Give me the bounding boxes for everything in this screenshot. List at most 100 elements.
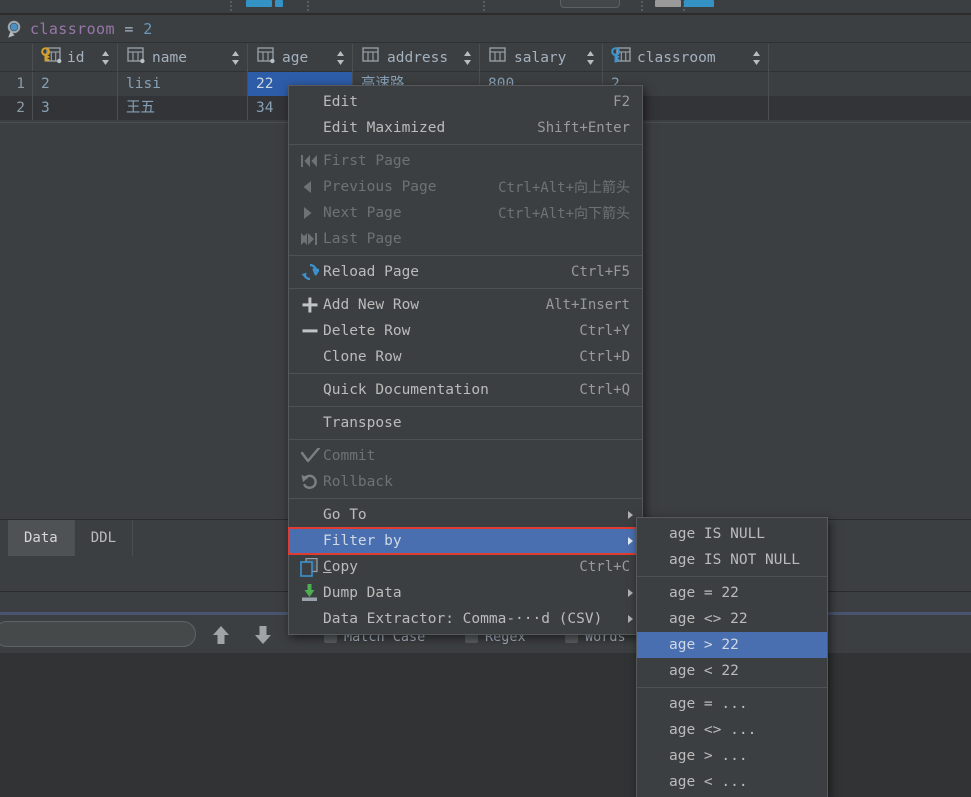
menu-item-label: Next Page [323,205,498,221]
menu-separator [289,498,642,499]
menu-item-first-page: First Page [289,148,642,174]
submenu-arrow-icon [628,615,633,623]
first-page-icon [299,148,323,174]
toolbar-pill-button[interactable] [560,0,620,8]
menu-item-dump-data[interactable]: Dump Data [289,580,642,606]
menu-icon-placeholder [299,528,323,554]
menu-item-rollback: Rollback [289,469,642,495]
filter-value: 2 [143,20,152,38]
menu-item-clone-row[interactable]: Clone Row Ctrl+D [289,344,642,370]
cell-name[interactable]: 王五 [118,96,248,120]
submenu-arrow-icon [628,537,633,545]
menu-separator [289,255,642,256]
next-occurrence-icon[interactable] [252,624,274,646]
menu-item-add-new-row[interactable]: Add New Row Alt+Insert [289,292,642,318]
column-header-label: age [282,50,308,66]
submenu-item-age-gt-custom[interactable]: age > ... [637,743,827,769]
menu-item-label: Edit Maximized [323,120,537,136]
submenu-item-age-eq-22[interactable]: age = 22 [637,580,827,606]
menu-item-label: Transpose [323,415,630,431]
filter-expression[interactable]: classroom = 2 [30,20,153,38]
menu-item-label: First Page [323,153,630,169]
menu-separator [289,439,642,440]
menu-item-label: Quick Documentation [323,382,579,398]
table-column-icon [488,47,509,69]
column-header-label: classroom [637,50,716,66]
submenu-item-age-ne-custom[interactable]: age <> ... [637,717,827,743]
column-header-id[interactable]: id [33,44,118,72]
sort-toggle-icon[interactable] [101,51,110,65]
cell-name[interactable]: lisi [118,72,248,96]
table-column-icon [126,47,147,69]
menu-item-next-page: Next Page Ctrl+Alt+向下箭头 [289,200,642,226]
submenu-item-age-eq-custom[interactable]: age = ... [637,691,827,717]
toolbar-separator [230,1,232,12]
submenu-item-age-lt-22[interactable]: age < 22 [637,658,827,684]
grid-context-menu: Edit F2 Edit Maximized Shift+Enter First… [288,85,643,635]
menu-item-quick-documentation[interactable]: Quick Documentation Ctrl+Q [289,377,642,403]
column-header-salary[interactable]: salary [480,44,603,72]
menu-item-previous-page: Previous Page Ctrl+Alt+向上箭头 [289,174,642,200]
column-header-name[interactable]: name [118,44,248,72]
submenu-item-age-lt-custom[interactable]: age < ... [637,769,827,795]
menu-item-label: Previous Page [323,179,498,195]
menu-icon-placeholder [299,502,323,528]
menu-item-label-rest: opy [332,559,358,575]
sort-toggle-icon[interactable] [336,51,345,65]
submenu-separator [637,576,827,577]
dump-data-icon [299,580,323,606]
tab-data[interactable]: Data [8,520,75,556]
menu-item-filter-by[interactable]: Filter by [289,528,642,554]
row-number: 2 [0,96,33,120]
column-header-label: salary [514,50,566,66]
menu-item-transpose[interactable]: Transpose [289,410,642,436]
menu-item-copy[interactable]: Copy Ctrl+C [289,554,642,580]
toolbar-run-chip[interactable] [246,0,272,7]
submenu-separator [637,687,827,688]
menu-icon-placeholder [299,606,323,632]
cell-id[interactable]: 2 [33,72,118,96]
sort-toggle-icon[interactable] [463,51,472,65]
menu-separator [289,406,642,407]
toolbar-chip-blue[interactable] [684,0,714,7]
search-input[interactable] [0,621,196,647]
sort-toggle-icon[interactable] [231,51,240,65]
menu-item-label: Edit [323,94,613,110]
filter-by-submenu: age IS NULL age IS NOT NULL age = 22 age… [636,517,828,797]
menu-item-shortcut: Ctrl+Alt+向下箭头 [498,203,642,223]
tab-ddl[interactable]: DDL [75,520,133,556]
submenu-item-age-is-not-null[interactable]: age IS NOT NULL [637,547,827,573]
submenu-item-age-ne-22[interactable]: age <> 22 [637,606,827,632]
menu-item-data-extractor[interactable]: Data Extractor: Comma-···d (CSV) [289,606,642,632]
table-column-icon [361,47,382,69]
menu-item-go-to[interactable]: Go To [289,502,642,528]
previous-occurrence-icon[interactable] [210,624,232,646]
submenu-item-age-gt-22[interactable]: age > 22 [637,632,827,658]
column-header-address[interactable]: address [353,44,480,72]
sort-toggle-icon[interactable] [752,51,761,65]
filter-column: classroom [30,20,115,38]
grid-corner-cell [0,44,33,71]
column-header-label: id [67,50,84,66]
menu-item-shortcut: F2 [613,94,642,110]
toolbar-chip-grey[interactable] [655,0,681,7]
menu-item-edit-maximized[interactable]: Edit Maximized Shift+Enter [289,115,642,141]
last-page-icon [299,226,323,252]
menu-item-label: Last Page [323,231,630,247]
menu-item-reload-page[interactable]: Reload Page Ctrl+F5 [289,259,642,285]
menu-separator [289,144,642,145]
filter-bar[interactable]: classroom = 2 [0,15,971,43]
next-page-icon [299,200,323,226]
sort-toggle-icon[interactable] [586,51,595,65]
cell-id[interactable]: 3 [33,96,118,120]
reload-icon [299,259,323,285]
column-header-age[interactable]: age [248,44,353,72]
column-header-classroom[interactable]: classroom [603,44,769,72]
menu-item-label: Dump Data [323,585,642,601]
toolbar-separator [307,1,309,12]
commit-check-icon [299,443,323,469]
toolbar-chip-small[interactable] [275,0,283,7]
menu-item-delete-row[interactable]: Delete Row Ctrl+Y [289,318,642,344]
submenu-item-age-is-null[interactable]: age IS NULL [637,521,827,547]
menu-item-edit[interactable]: Edit F2 [289,89,642,115]
